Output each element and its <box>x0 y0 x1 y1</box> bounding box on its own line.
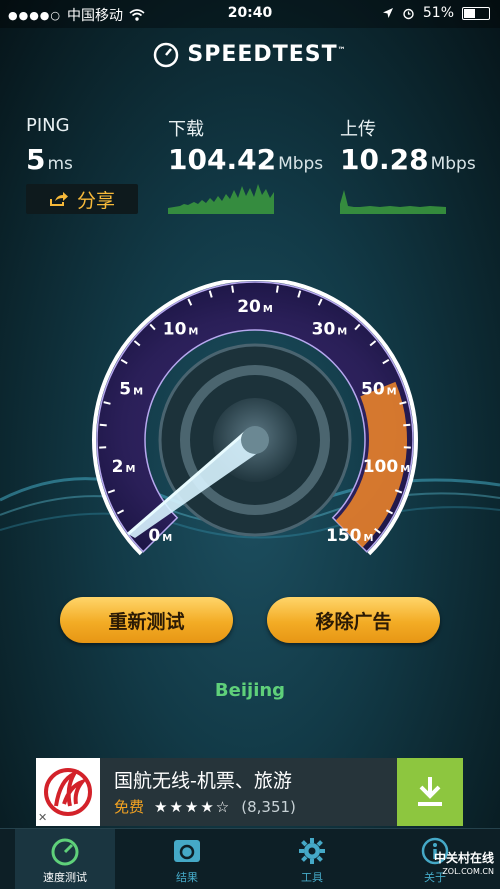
share-label: 分享 <box>76 189 115 212</box>
download-unit: Mbps <box>278 154 324 174</box>
gauge-tick-unit: M <box>337 327 347 338</box>
gauge-tick-number: 150 <box>326 526 362 546</box>
gauge-minor-tick <box>231 285 235 293</box>
gauge-tick-unit: M <box>126 464 136 475</box>
gauge-tick-number: 2 <box>112 457 124 477</box>
watermark-line1: 中关村在线 <box>433 851 494 865</box>
gauge-tick-unit: M <box>400 464 410 475</box>
speedtest-screen: ●●●●○ 中国移动 20:40 51% SPEEDTEST™ PING 5 ms… <box>0 0 500 889</box>
download-label: 下载 <box>168 119 204 140</box>
gauge-tick-number: 20 <box>237 297 261 317</box>
retest-button[interactable]: 重新测试 <box>60 597 233 643</box>
speed-gauge: 0 M2 M5 M10 M20 M30 M50 M100 M150 M <box>92 280 418 556</box>
trademark: ™ <box>337 45 347 55</box>
gauge-tick-unit: M <box>133 387 143 398</box>
speedtest-logo-icon <box>154 42 179 68</box>
ad-title: 国航无线-机票、旅游 <box>114 770 292 792</box>
share-icon <box>49 192 68 206</box>
share-button[interactable]: 分享 <box>26 184 138 214</box>
server-location: Beijing <box>214 680 286 701</box>
location-arrow-icon <box>382 8 393 18</box>
ping-value: 5 <box>26 143 46 176</box>
ad-rating-stars: ★★★★☆ <box>154 797 232 816</box>
upload-label: 上传 <box>340 119 376 140</box>
gauge-tick-number: 10 <box>163 320 187 340</box>
upload-value: 10.28 <box>340 143 429 176</box>
ping-value-group: 5 ms <box>26 143 73 176</box>
tab-label: 工具 <box>301 871 323 884</box>
gauge-tick-number: 30 <box>312 320 336 340</box>
ping-label: PING <box>26 115 70 136</box>
watermark: 中关村在线 ZOL.COM.CN <box>434 852 494 878</box>
battery-percent: 51% <box>422 5 454 21</box>
alarm-icon <box>403 8 414 19</box>
watermark-line2: ZOL.COM.CN <box>442 867 494 876</box>
gauge-minor-tick <box>99 423 107 427</box>
ad-banner[interactable]: ✕ 国航无线-机票、旅游 免费 ★★★★☆ (8,351) <box>36 758 463 826</box>
gauge-minor-tick <box>403 423 411 427</box>
upload-value-group: 10.28 Mbps <box>340 143 476 176</box>
app-title: SPEEDTEST™ <box>0 42 500 68</box>
ad-download-button[interactable] <box>397 758 463 826</box>
tab-speed-test[interactable]: 速度测试 <box>15 829 115 889</box>
upload-unit: Mbps <box>430 154 476 174</box>
gauge-tick-unit: M <box>263 304 273 315</box>
gauge-tick-unit: M <box>387 387 397 398</box>
battery-icon <box>462 6 490 20</box>
air-china-logo: ✕ <box>36 758 100 826</box>
remove-ads-button[interactable]: 移除广告 <box>267 597 440 643</box>
results-icon <box>174 840 200 862</box>
gauge-tick-unit: M <box>364 533 374 544</box>
gauge-tick-unit: M <box>162 533 172 544</box>
download-icon <box>418 777 442 806</box>
tab-label: 速度测试 <box>43 871 87 884</box>
gauge-needle-cap <box>241 426 269 454</box>
ad-close-icon[interactable]: ✕ <box>38 811 47 824</box>
status-bar: ●●●●○ 中国移动 20:40 51% <box>0 0 500 28</box>
gauge-minor-tick <box>275 285 279 293</box>
ad-meta: 免费 ★★★★☆ (8,351) <box>114 796 296 817</box>
upload-sparkline <box>340 190 446 214</box>
gauge-tick-number: 5 <box>119 380 131 400</box>
download-value: 104.42 <box>168 143 277 176</box>
gauge-tick-number: 0 <box>148 526 160 546</box>
ad-rating-count: (8,351) <box>241 797 296 816</box>
tab-label: 结果 <box>176 871 198 884</box>
ad-price: 免费 <box>114 798 145 816</box>
tab-results[interactable]: 结果 <box>137 829 237 889</box>
speedometer-icon <box>51 838 79 866</box>
tab-tools[interactable]: 工具 <box>262 829 362 889</box>
gauge-tick-number: 100 <box>363 457 399 477</box>
download-value-group: 104.42 Mbps <box>168 143 323 176</box>
ping-unit: ms <box>47 154 73 174</box>
gear-icon <box>299 838 325 864</box>
gauge-tick-number: 50 <box>361 380 385 400</box>
gauge-tick-unit: M <box>188 327 198 338</box>
app-title-text: SPEEDTEST <box>187 42 338 67</box>
tab-bar: 速度测试 结果 工具 关于 <box>0 828 500 889</box>
download-sparkline <box>168 184 274 214</box>
